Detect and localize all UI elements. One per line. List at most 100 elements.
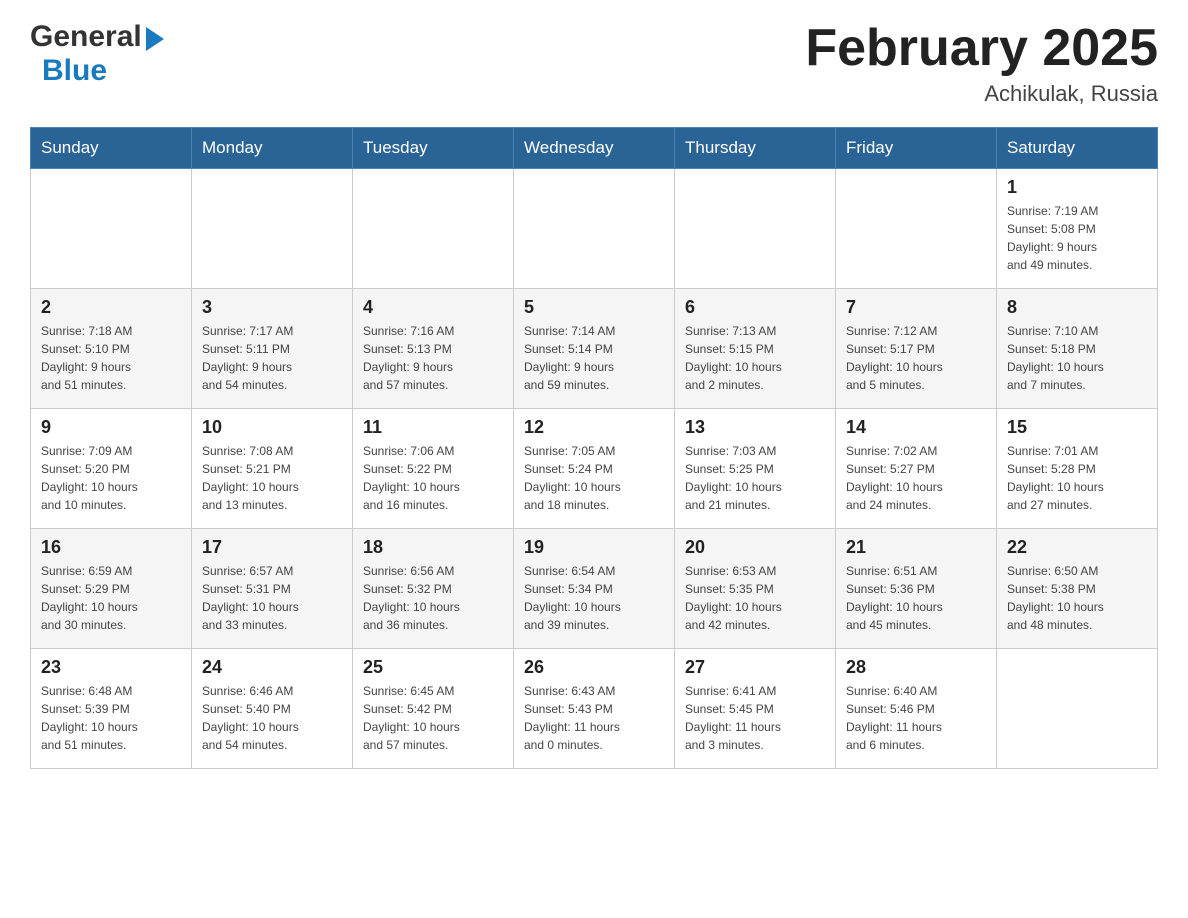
calendar-cell: 10Sunrise: 7:08 AM Sunset: 5:21 PM Dayli…: [192, 409, 353, 529]
day-info: Sunrise: 7:12 AM Sunset: 5:17 PM Dayligh…: [846, 322, 986, 394]
logo: General Blue: [30, 20, 164, 88]
calendar-cell: 18 Sunrise: 6:56 AM Sunset: 5:32 PM Dayli…: [353, 529, 514, 649]
calendar-cell: 22Sunrise: 6:50 AM Sunset: 5:38 PM Dayli…: [997, 529, 1158, 649]
calendar-cell: 12 Sunrise: 7:05 AM Sunset: 5:24 PM Dayli…: [514, 409, 675, 529]
calendar-cell: 13Sunrise: 7:03 AM Sunset: 5:25 PM Dayli…: [675, 409, 836, 529]
logo-general-text: General: [30, 20, 142, 54]
day-info: Sunrise: 6:53 AM Sunset: 5:35 PM Dayligh…: [685, 562, 825, 634]
calendar-cell: 4Sunrise: 7:16 AM Sunset: 5:13 PM Daylig…: [353, 289, 514, 409]
calendar-cell: 3 Sunrise: 7:17 AM Sunset: 5:11 PM Daylig…: [192, 289, 353, 409]
calendar-cell: 9Sunrise: 7:09 AM Sunset: 5:20 PM Daylig…: [31, 409, 192, 529]
logo-arrow-icon: [146, 27, 164, 51]
calendar-cell: [675, 169, 836, 289]
day-info: Sunrise: 7:06 AM Sunset: 5:22 PM Dayligh…: [363, 442, 503, 514]
calendar-cell: 5 Sunrise: 7:14 AM Sunset: 5:14 PM Daylig…: [514, 289, 675, 409]
day-number: 9: [41, 417, 181, 438]
calendar-table: SundayMondayTuesdayWednesdayThursdayFrid…: [30, 127, 1158, 769]
day-number: 6: [685, 297, 825, 318]
day-info: Sunrise: 7:01 AM Sunset: 5:28 PM Dayligh…: [1007, 442, 1147, 514]
day-number: 8: [1007, 297, 1147, 318]
day-number: 19: [524, 537, 664, 558]
day-info: Sunrise: 6:50 AM Sunset: 5:38 PM Dayligh…: [1007, 562, 1147, 634]
calendar-week-row: 23 Sunrise: 6:48 AM Sunset: 5:39 PM Dayli…: [31, 649, 1158, 769]
day-info: Sunrise: 7:14 AM Sunset: 5:14 PM Dayligh…: [524, 322, 664, 394]
page-header: General Blue February 2025 Achikulak, Ru…: [30, 20, 1158, 107]
day-info: Sunrise: 6:41 AM Sunset: 5:45 PM Dayligh…: [685, 682, 825, 754]
day-info: Sunrise: 6:40 AM Sunset: 5:46 PM Dayligh…: [846, 682, 986, 754]
weekday-header-saturday: Saturday: [997, 128, 1158, 169]
day-number: 27: [685, 657, 825, 678]
day-info: Sunrise: 7:17 AM Sunset: 5:11 PM Dayligh…: [202, 322, 342, 394]
day-number: 14: [846, 417, 986, 438]
weekday-header-thursday: Thursday: [675, 128, 836, 169]
day-number: 24: [202, 657, 342, 678]
logo-blue-text: Blue: [42, 54, 107, 87]
day-info: Sunrise: 6:56 AM Sunset: 5:32 PM Dayligh…: [363, 562, 503, 634]
calendar-cell: 28 Sunrise: 6:40 AM Sunset: 5:46 PM Dayli…: [836, 649, 997, 769]
location-text: Achikulak, Russia: [805, 81, 1158, 107]
calendar-cell: 7Sunrise: 7:12 AM Sunset: 5:17 PM Daylig…: [836, 289, 997, 409]
day-number: 20: [685, 537, 825, 558]
calendar-cell: [836, 169, 997, 289]
day-info: Sunrise: 6:45 AM Sunset: 5:42 PM Dayligh…: [363, 682, 503, 754]
calendar-cell: 6 Sunrise: 7:13 AM Sunset: 5:15 PM Daylig…: [675, 289, 836, 409]
calendar-cell: 16 Sunrise: 6:59 AM Sunset: 5:29 PM Dayli…: [31, 529, 192, 649]
calendar-cell: 27 Sunrise: 6:41 AM Sunset: 5:45 PM Dayli…: [675, 649, 836, 769]
day-info: Sunrise: 6:59 AM Sunset: 5:29 PM Dayligh…: [41, 562, 181, 634]
calendar-cell: 15Sunrise: 7:01 AM Sunset: 5:28 PM Dayli…: [997, 409, 1158, 529]
calendar-week-row: 1Sunrise: 7:19 AM Sunset: 5:08 PM Daylig…: [31, 169, 1158, 289]
day-number: 16: [41, 537, 181, 558]
calendar-cell: 21Sunrise: 6:51 AM Sunset: 5:36 PM Dayli…: [836, 529, 997, 649]
calendar-cell: 8 Sunrise: 7:10 AM Sunset: 5:18 PM Daylig…: [997, 289, 1158, 409]
day-number: 5: [524, 297, 664, 318]
day-info: Sunrise: 7:08 AM Sunset: 5:21 PM Dayligh…: [202, 442, 342, 514]
day-number: 23: [41, 657, 181, 678]
calendar-week-row: 9Sunrise: 7:09 AM Sunset: 5:20 PM Daylig…: [31, 409, 1158, 529]
calendar-cell: [514, 169, 675, 289]
day-number: 4: [363, 297, 503, 318]
day-info: Sunrise: 7:13 AM Sunset: 5:15 PM Dayligh…: [685, 322, 825, 394]
calendar-cell: 11 Sunrise: 7:06 AM Sunset: 5:22 PM Dayli…: [353, 409, 514, 529]
day-info: Sunrise: 7:05 AM Sunset: 5:24 PM Dayligh…: [524, 442, 664, 514]
day-number: 25: [363, 657, 503, 678]
day-info: Sunrise: 6:54 AM Sunset: 5:34 PM Dayligh…: [524, 562, 664, 634]
day-info: Sunrise: 6:57 AM Sunset: 5:31 PM Dayligh…: [202, 562, 342, 634]
day-info: Sunrise: 6:48 AM Sunset: 5:39 PM Dayligh…: [41, 682, 181, 754]
calendar-cell: [31, 169, 192, 289]
calendar-cell: 20 Sunrise: 6:53 AM Sunset: 5:35 PM Dayli…: [675, 529, 836, 649]
month-title: February 2025: [805, 20, 1158, 77]
title-section: February 2025 Achikulak, Russia: [805, 20, 1158, 107]
calendar-cell: 23 Sunrise: 6:48 AM Sunset: 5:39 PM Dayli…: [31, 649, 192, 769]
day-info: Sunrise: 7:10 AM Sunset: 5:18 PM Dayligh…: [1007, 322, 1147, 394]
day-number: 2: [41, 297, 181, 318]
calendar-cell: 26Sunrise: 6:43 AM Sunset: 5:43 PM Dayli…: [514, 649, 675, 769]
calendar-week-row: 16 Sunrise: 6:59 AM Sunset: 5:29 PM Dayli…: [31, 529, 1158, 649]
day-info: Sunrise: 7:02 AM Sunset: 5:27 PM Dayligh…: [846, 442, 986, 514]
day-number: 13: [685, 417, 825, 438]
calendar-cell: 17 Sunrise: 6:57 AM Sunset: 5:31 PM Dayli…: [192, 529, 353, 649]
day-info: Sunrise: 6:51 AM Sunset: 5:36 PM Dayligh…: [846, 562, 986, 634]
day-info: Sunrise: 6:46 AM Sunset: 5:40 PM Dayligh…: [202, 682, 342, 754]
weekday-header-row: SundayMondayTuesdayWednesdayThursdayFrid…: [31, 128, 1158, 169]
calendar-cell: 25 Sunrise: 6:45 AM Sunset: 5:42 PM Dayli…: [353, 649, 514, 769]
day-number: 11: [363, 417, 503, 438]
day-number: 3: [202, 297, 342, 318]
weekday-header-sunday: Sunday: [31, 128, 192, 169]
calendar-cell: 14 Sunrise: 7:02 AM Sunset: 5:27 PM Dayli…: [836, 409, 997, 529]
day-number: 1: [1007, 177, 1147, 198]
calendar-cell: [353, 169, 514, 289]
day-info: Sunrise: 7:18 AM Sunset: 5:10 PM Dayligh…: [41, 322, 181, 394]
day-number: 17: [202, 537, 342, 558]
day-info: Sunrise: 6:43 AM Sunset: 5:43 PM Dayligh…: [524, 682, 664, 754]
day-number: 28: [846, 657, 986, 678]
day-number: 12: [524, 417, 664, 438]
weekday-header-wednesday: Wednesday: [514, 128, 675, 169]
calendar-cell: [997, 649, 1158, 769]
calendar-week-row: 2 Sunrise: 7:18 AM Sunset: 5:10 PM Daylig…: [31, 289, 1158, 409]
calendar-cell: [192, 169, 353, 289]
calendar-cell: 24 Sunrise: 6:46 AM Sunset: 5:40 PM Dayli…: [192, 649, 353, 769]
day-number: 18: [363, 537, 503, 558]
calendar-cell: 1Sunrise: 7:19 AM Sunset: 5:08 PM Daylig…: [997, 169, 1158, 289]
weekday-header-monday: Monday: [192, 128, 353, 169]
calendar-cell: 19 Sunrise: 6:54 AM Sunset: 5:34 PM Dayli…: [514, 529, 675, 649]
